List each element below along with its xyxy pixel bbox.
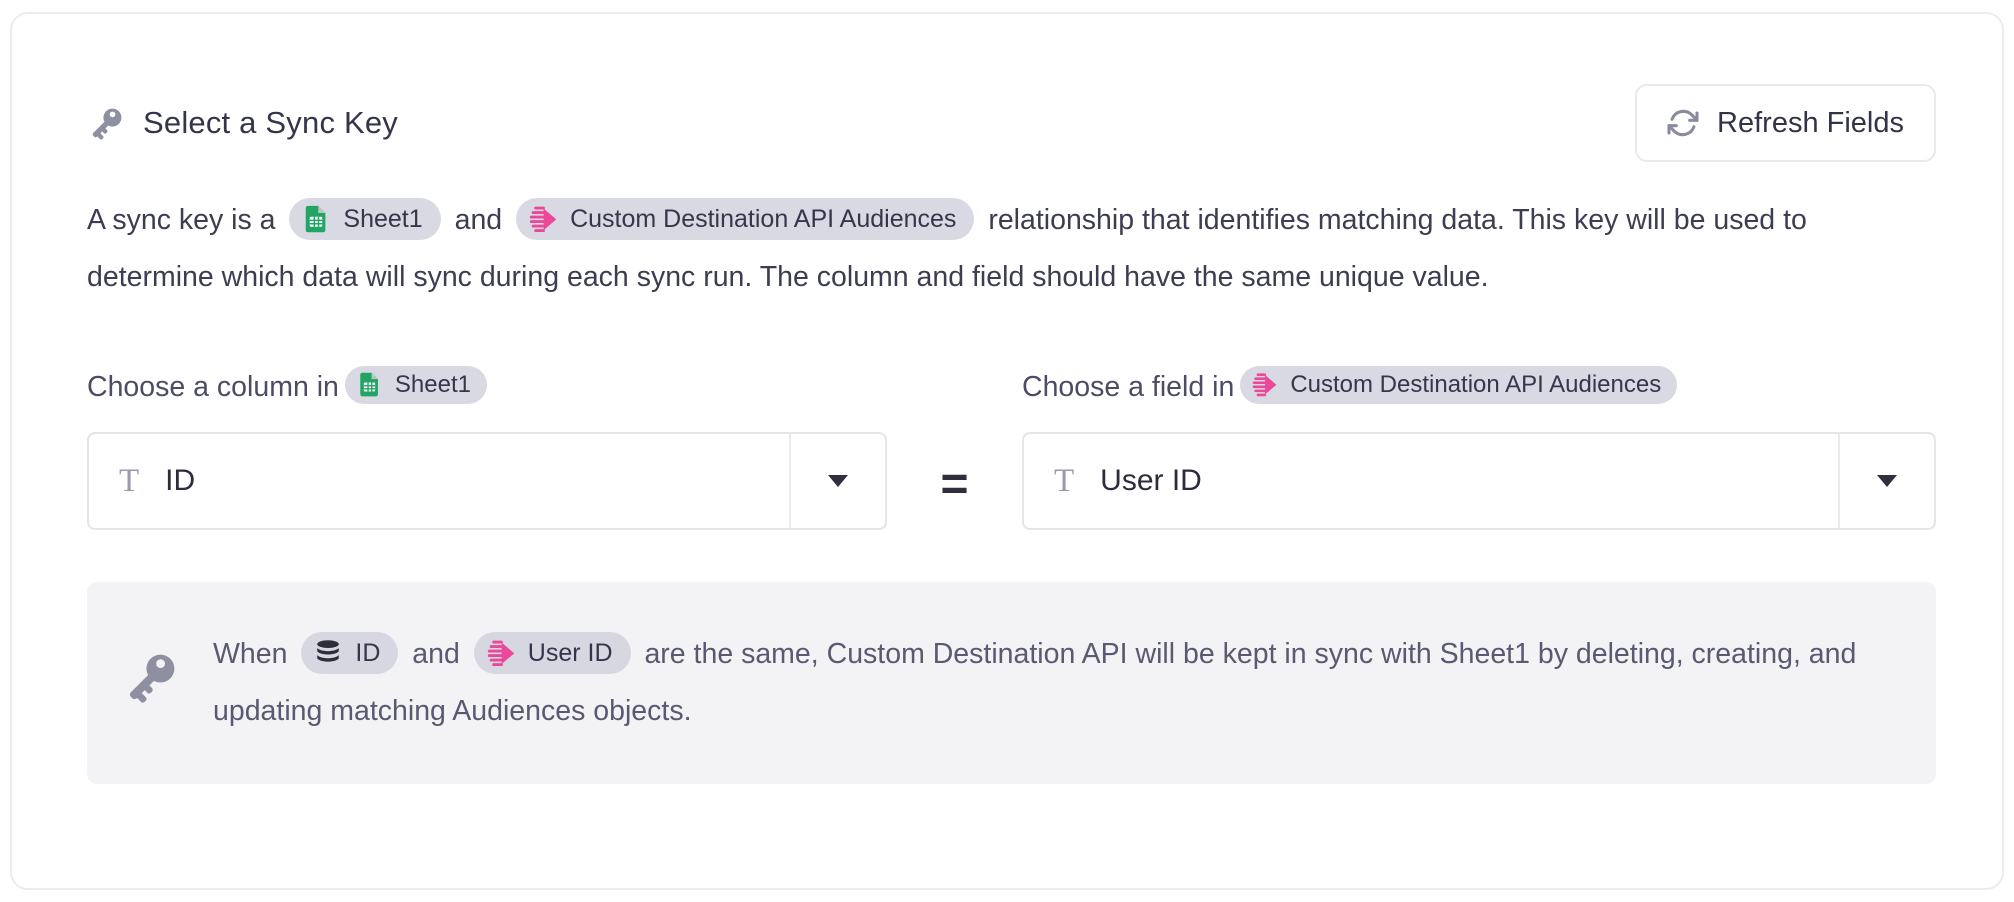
google-sheets-icon (301, 204, 331, 234)
custom-destination-icon (528, 204, 558, 234)
column-dropdown[interactable]: T ID (87, 432, 887, 530)
field-dropdown-value-area: T User ID (1024, 464, 1838, 498)
destination-badge: Custom Destination API Audiences (1240, 366, 1677, 405)
sync-key-selectors: Choose a column in Sheet1 T ID = (87, 364, 1936, 530)
note-text-2: are the same, Custom Destination API wil… (213, 638, 1856, 727)
custom-destination-icon (1251, 371, 1278, 398)
chevron-down-icon (1877, 475, 1897, 487)
destination-badge: Custom Destination API Audiences (516, 198, 974, 240)
column-dropdown-value: ID (165, 464, 195, 498)
refresh-fields-button[interactable]: Refresh Fields (1635, 84, 1936, 162)
note-text-1: When (213, 638, 287, 670)
field-selector-label-row: Choose a field in Custom Destination API… (1022, 364, 1936, 410)
column-dropdown-toggle[interactable] (789, 434, 885, 528)
field-dropdown[interactable]: T User ID (1022, 432, 1936, 530)
text-type-icon: T (119, 465, 139, 498)
key-icon (87, 103, 127, 143)
panel-header: Select a Sync Key Refresh Fields (87, 84, 1936, 162)
refresh-fields-label: Refresh Fields (1717, 107, 1904, 140)
note-text: When ID and User ID are the same, Custom… (213, 626, 1896, 740)
equals-sign: = (940, 457, 968, 512)
field-dropdown-value: User ID (1100, 464, 1202, 498)
field-dropdown-toggle[interactable] (1838, 434, 1934, 528)
column-selector-label-row: Choose a column in Sheet1 (87, 364, 887, 410)
user-id-badge-label: User ID (528, 638, 613, 668)
field-selector-label: Choose a field in (1022, 371, 1234, 404)
sheet-badge: Sheet1 (289, 198, 440, 240)
note-conjunction: and (412, 638, 460, 670)
text-type-icon: T (1054, 465, 1074, 498)
database-icon (313, 638, 343, 668)
custom-destination-icon (486, 638, 516, 668)
id-badge-label: ID (355, 638, 380, 668)
refresh-icon (1667, 107, 1699, 139)
column-selector-label: Choose a column in (87, 371, 339, 404)
sync-note-box: When ID and User ID are the same, Custom… (87, 582, 1936, 784)
intro-paragraph: A sync key is a Sheet1 and Custom Destin… (87, 192, 1936, 306)
page-title: Select a Sync Key (143, 105, 398, 141)
column-selector-group: Choose a column in Sheet1 T ID (87, 364, 887, 530)
user-id-badge: User ID (474, 632, 631, 674)
sync-key-panel: Select a Sync Key Refresh Fields A sync … (10, 12, 2004, 890)
destination-badge-label: Custom Destination API Audiences (570, 204, 956, 234)
id-badge: ID (301, 632, 398, 674)
destination-badge-label: Custom Destination API Audiences (1290, 371, 1661, 400)
column-dropdown-value-area: T ID (89, 464, 789, 498)
sheet-badge: Sheet1 (345, 366, 487, 405)
sheet-badge-label: Sheet1 (343, 204, 422, 234)
sheet-badge-label: Sheet1 (395, 371, 471, 400)
key-icon (121, 646, 183, 713)
google-sheets-icon (356, 371, 383, 398)
field-selector-group: Choose a field in Custom Destination API… (1022, 364, 1936, 530)
intro-text-1: A sync key is a (87, 204, 276, 236)
intro-conjunction: and (455, 204, 503, 236)
title-wrap: Select a Sync Key (87, 103, 398, 143)
equals-zone: = (887, 364, 1022, 530)
chevron-down-icon (828, 475, 848, 487)
key-icon (121, 646, 183, 708)
